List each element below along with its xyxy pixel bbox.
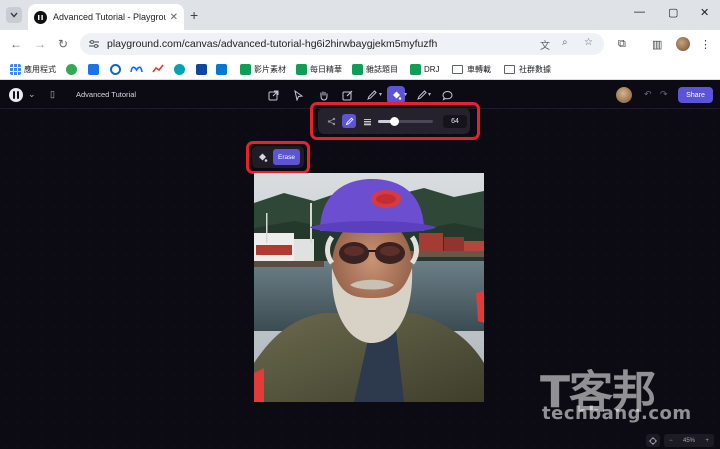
browser-tab-strip: Advanced Tutorial - Playgrou ✕ + — ▢ ✕ xyxy=(0,0,720,30)
canvas-app: ⌄ ▯ Advanced Tutorial ▾ ▾ ▾ ↶ ↷ Share 64… xyxy=(0,81,720,449)
minimize-button[interactable]: — xyxy=(634,6,645,18)
chevron-down-icon[interactable]: ▾ xyxy=(404,91,407,98)
bookmark-folder-repost[interactable]: 車轉載 xyxy=(452,62,491,76)
cursor-icon xyxy=(293,89,303,101)
reload-icon[interactable]: ↻ xyxy=(58,37,68,51)
zoom-in-button[interactable]: + xyxy=(705,438,709,444)
bookmark-site-3[interactable] xyxy=(110,62,124,76)
bookmark-label: 每日精華 xyxy=(310,64,342,74)
close-window-button[interactable]: ✕ xyxy=(700,6,709,19)
bookmark-site-6[interactable] xyxy=(174,62,188,76)
green-plus-icon xyxy=(296,63,307,75)
watermark-url: techbang.com xyxy=(542,403,692,424)
bookmark-daily-highlights[interactable]: 每日精華 xyxy=(296,62,342,76)
speech-bubble-icon xyxy=(441,90,453,100)
playground-logo-icon[interactable] xyxy=(9,88,23,102)
address-bar[interactable]: playground.com/canvas/advanced-tutorial-… xyxy=(80,33,604,55)
share-button[interactable]: Share xyxy=(678,87,713,103)
green-plus-icon xyxy=(352,63,363,75)
bookmark-drj[interactable]: DRJ xyxy=(410,62,440,76)
project-title[interactable]: Advanced Tutorial xyxy=(76,90,136,99)
browser-toolbar: ← → ↻ playground.com/canvas/advanced-tut… xyxy=(0,30,720,58)
bookmark-label: 社群數據 xyxy=(519,64,551,74)
bookmark-label: DRJ xyxy=(424,64,440,74)
chevron-down-icon xyxy=(10,12,18,18)
chevron-down-icon[interactable]: ⌄ xyxy=(28,89,36,100)
bookmark-outlook[interactable] xyxy=(216,62,230,76)
undo-icon[interactable]: ↶ xyxy=(644,89,652,100)
user-avatar[interactable] xyxy=(616,87,632,103)
brush-fill-icon xyxy=(392,91,401,100)
tab-title: Advanced Tutorial - Playgrou xyxy=(53,12,166,22)
screenshot-root: Advanced Tutorial - Playgrou ✕ + — ▢ ✕ ←… xyxy=(0,0,720,449)
bookmark-trend[interactable] xyxy=(152,62,164,76)
panel-toggle-icon[interactable]: ▯ xyxy=(50,89,55,100)
brush-toolbar-highlight xyxy=(310,102,480,140)
pen-icon xyxy=(416,89,427,100)
zoom-icon[interactable]: ⌕ xyxy=(562,37,568,48)
zoom-controls: − 45% + xyxy=(664,434,714,447)
new-tab-button[interactable]: + xyxy=(190,7,198,23)
chevron-down-icon[interactable]: ▾ xyxy=(379,91,382,98)
url-text: playground.com/canvas/advanced-tutorial-… xyxy=(107,38,438,50)
bookmark-magazine-topics[interactable]: 雜誌題目 xyxy=(352,62,398,76)
profile-avatar[interactable] xyxy=(676,37,690,51)
folder-icon xyxy=(504,64,515,74)
erase-highlight xyxy=(246,141,310,174)
meta-icon xyxy=(130,65,143,72)
tab-close-icon[interactable]: ✕ xyxy=(170,12,178,23)
fit-to-screen-button[interactable] xyxy=(646,434,660,447)
green-plus-icon xyxy=(410,63,421,75)
side-panel-icon[interactable]: ▥ xyxy=(652,38,662,51)
forward-arrow-icon[interactable]: → xyxy=(34,37,46,51)
back-arrow-icon[interactable]: ← xyxy=(10,37,22,51)
apps-grid-icon xyxy=(10,63,21,75)
pencil-icon xyxy=(366,89,377,100)
fisherman-portrait-image xyxy=(254,173,484,402)
target-icon xyxy=(649,436,657,445)
export-icon xyxy=(268,90,278,100)
maximize-button[interactable]: ▢ xyxy=(668,6,678,19)
folder-icon xyxy=(452,64,463,74)
chevron-down-icon[interactable]: ▾ xyxy=(428,91,431,98)
extensions-icon[interactable]: ⧉ xyxy=(618,38,626,51)
puzzle-icon xyxy=(66,63,77,75)
tab-search-button[interactable] xyxy=(6,7,22,23)
trend-icon xyxy=(152,64,164,73)
bookmark-site-7[interactable] xyxy=(196,62,210,76)
export-tool-button[interactable] xyxy=(264,86,282,104)
bookmark-meta[interactable] xyxy=(130,62,143,76)
bookmarks-bar: 應用程式 影片素材 每日精華 雜誌題目 DRJ 車轉載 社群數據 xyxy=(0,58,720,80)
teal-circle-icon xyxy=(174,63,185,75)
zoom-level: 45% xyxy=(682,437,695,444)
canvas-image[interactable] xyxy=(254,173,484,402)
bookmark-video-assets[interactable]: 影片素材 xyxy=(240,62,286,76)
site-settings-icon[interactable] xyxy=(88,39,100,49)
bookmark-puzzle[interactable] xyxy=(66,62,80,76)
zoom-out-button[interactable]: − xyxy=(669,438,673,444)
bookmark-site-2[interactable] xyxy=(88,62,102,76)
browser-tab[interactable]: Advanced Tutorial - Playgrou ✕ xyxy=(28,4,184,30)
browser-menu-icon[interactable]: ⋮ xyxy=(700,38,711,51)
bookmark-label: 車轉載 xyxy=(467,64,491,74)
bookmark-folder-social-data[interactable]: 社群數據 xyxy=(504,62,551,76)
translate-icon[interactable]: 文 xyxy=(540,37,550,52)
bookmark-star-icon[interactable]: ☆ xyxy=(584,37,593,48)
bookmark-label: 應用程式 xyxy=(24,64,56,74)
redo-icon[interactable]: ↷ xyxy=(660,89,668,100)
navy-square-icon xyxy=(196,63,207,75)
green-plus-icon xyxy=(240,63,251,75)
bookmark-apps[interactable]: 應用程式 xyxy=(10,62,56,76)
edit-box-icon xyxy=(342,90,352,100)
hand-icon xyxy=(320,91,327,101)
blue-square-icon xyxy=(88,63,99,75)
select-tool-button[interactable] xyxy=(289,86,307,104)
circle-c-icon xyxy=(110,63,121,75)
bookmark-label: 影片素材 xyxy=(254,64,286,74)
outlook-icon xyxy=(216,63,227,75)
bookmark-label: 雜誌題目 xyxy=(366,64,398,74)
playground-favicon-icon xyxy=(34,10,47,24)
